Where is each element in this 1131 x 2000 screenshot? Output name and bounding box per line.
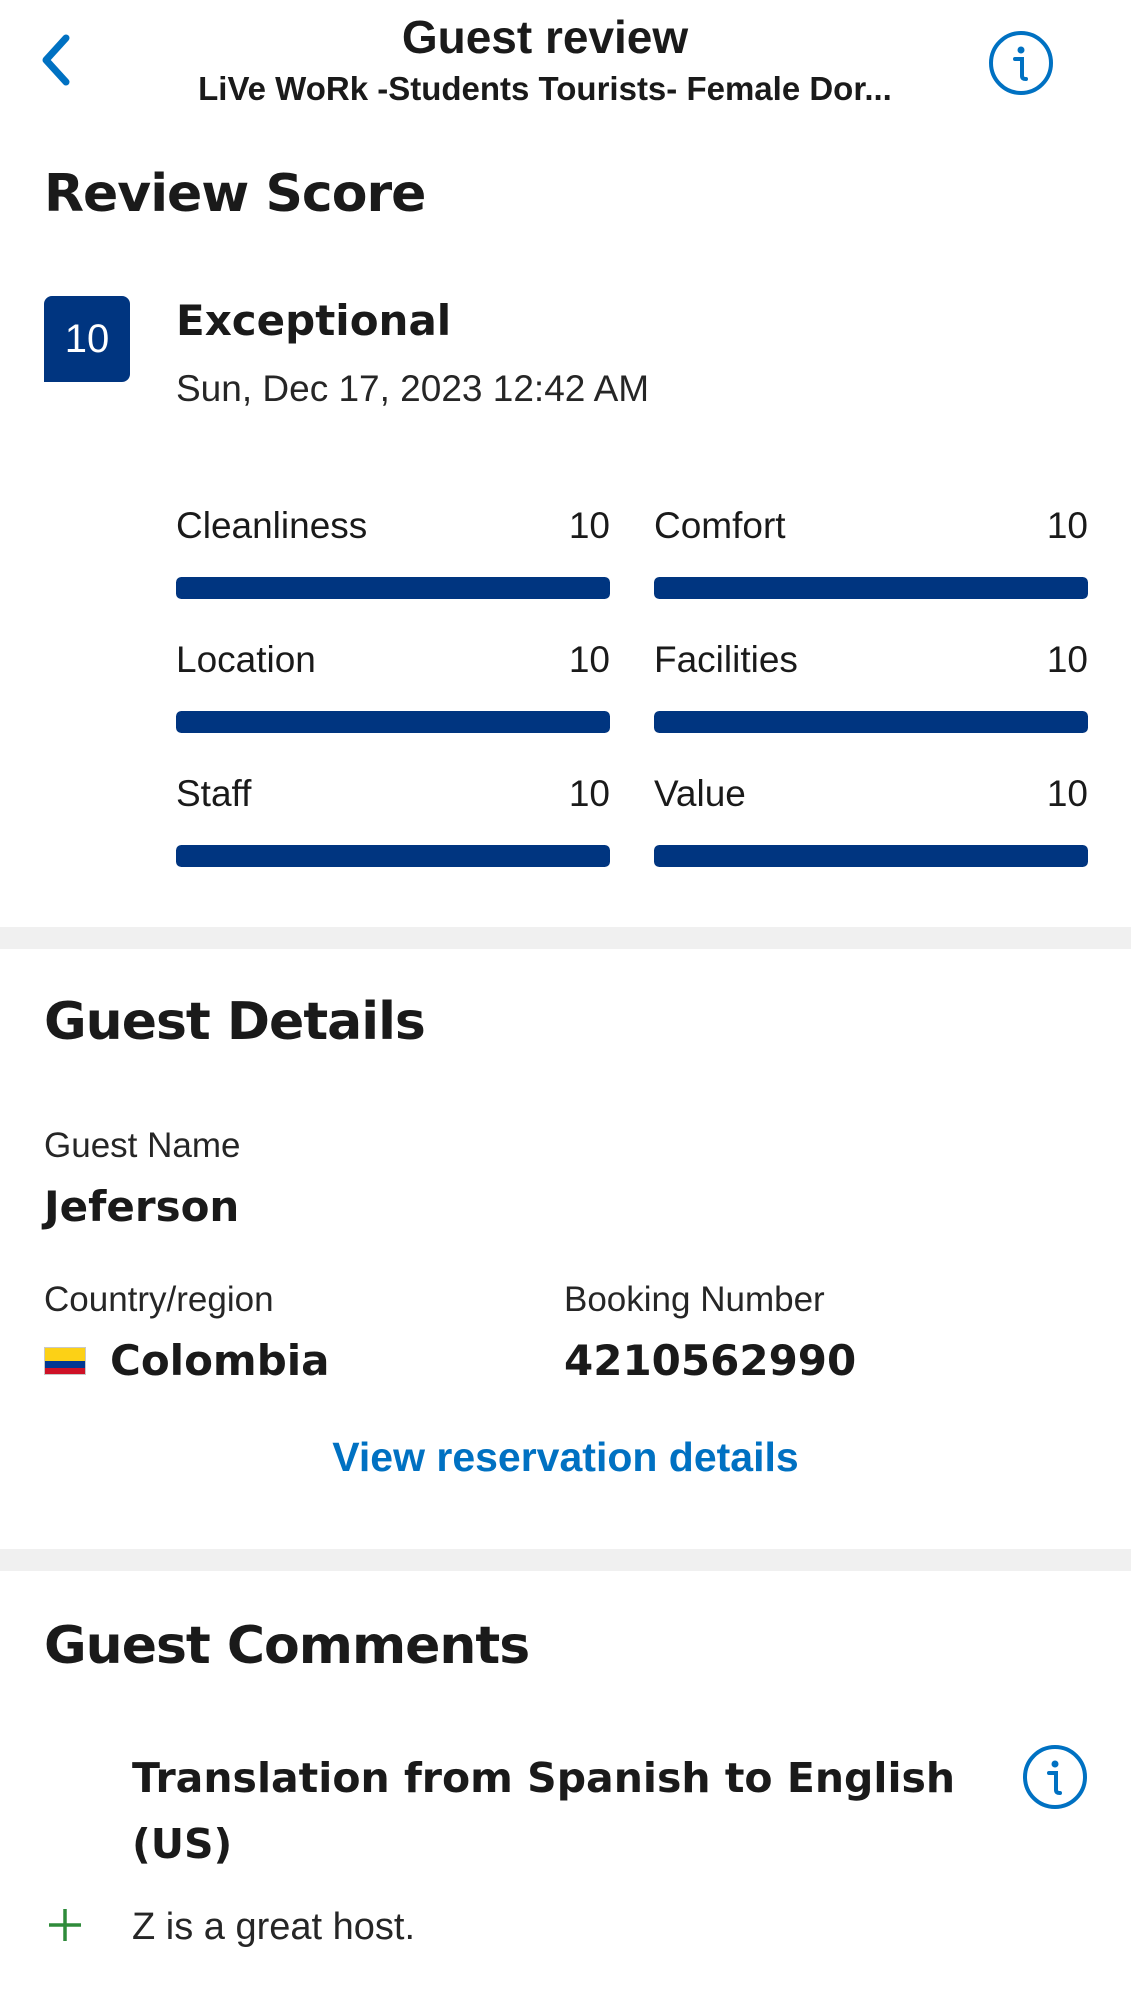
review-score-heading: Review Score (44, 164, 426, 224)
category-bar-fill (654, 845, 1088, 867)
info-icon (1023, 1745, 1087, 1809)
category-bar (654, 577, 1088, 599)
category-bar-fill (176, 577, 610, 599)
section-divider (0, 927, 1131, 949)
translation-note: Translation from Spanish to English (US) (132, 1754, 956, 1868)
guest-country: Colombia (110, 1336, 330, 1385)
category-bar-fill (654, 711, 1088, 733)
back-button[interactable] (28, 28, 84, 92)
category-bar (654, 711, 1088, 733)
category-score: 10 (1046, 505, 1088, 546)
category-bar (176, 577, 610, 599)
category-facilities: Facilities 10 (654, 639, 1088, 733)
score-badge: 10 (44, 296, 130, 382)
info-button[interactable] (986, 28, 1056, 98)
category-comfort: Comfort 10 (654, 505, 1088, 599)
view-reservation-link[interactable]: View reservation details (0, 1434, 1131, 1481)
category-score: 10 (1046, 773, 1088, 814)
category-bar (176, 711, 610, 733)
info-icon (989, 31, 1053, 95)
guest-comments-heading: Guest Comments (44, 1616, 530, 1676)
app-header: Guest review LiVe WoRk -Students Tourist… (0, 0, 1131, 130)
category-bar-fill (654, 577, 1088, 599)
category-score: 10 (568, 773, 610, 814)
category-bar (176, 845, 610, 867)
rating-label: Exceptional (176, 296, 452, 345)
category-cleanliness: Cleanliness 10 (176, 505, 610, 599)
category-bar-fill (176, 845, 610, 867)
guest-name: Jeferson (44, 1182, 240, 1231)
page-title: Guest review (401, 11, 689, 63)
section-divider (0, 1549, 1131, 1571)
category-bar-fill (176, 711, 610, 733)
category-name: Facilities (654, 639, 798, 680)
translation-info-button[interactable] (1020, 1742, 1090, 1812)
guest-name-label: Guest Name (44, 1126, 241, 1165)
category-bar (654, 845, 1088, 867)
colombia-flag-icon (44, 1347, 86, 1375)
property-name: LiVe WoRk -Students Tourists- Female Dor… (198, 70, 892, 107)
category-name: Value (654, 773, 746, 814)
country-label: Country/region (44, 1280, 274, 1319)
category-score: 10 (568, 639, 610, 680)
guest-details-heading: Guest Details (44, 992, 426, 1052)
plus-icon (49, 1909, 81, 1941)
category-value: Value 10 (654, 773, 1088, 867)
booking-number: 4210562990 (564, 1336, 857, 1385)
category-score: 10 (568, 505, 610, 546)
booking-number-label: Booking Number (564, 1280, 825, 1319)
category-score: 10 (1046, 639, 1088, 680)
review-date: Sun, Dec 17, 2023 12:42 AM (176, 368, 650, 409)
category-name: Location (176, 639, 316, 680)
category-location: Location 10 (176, 639, 610, 733)
category-name: Staff (176, 773, 252, 814)
positive-comment: Z is a great host. (132, 1906, 416, 1948)
category-staff: Staff 10 (176, 773, 610, 867)
category-name: Comfort (654, 505, 786, 546)
chevron-left-icon (42, 34, 70, 86)
category-name: Cleanliness (176, 505, 368, 546)
